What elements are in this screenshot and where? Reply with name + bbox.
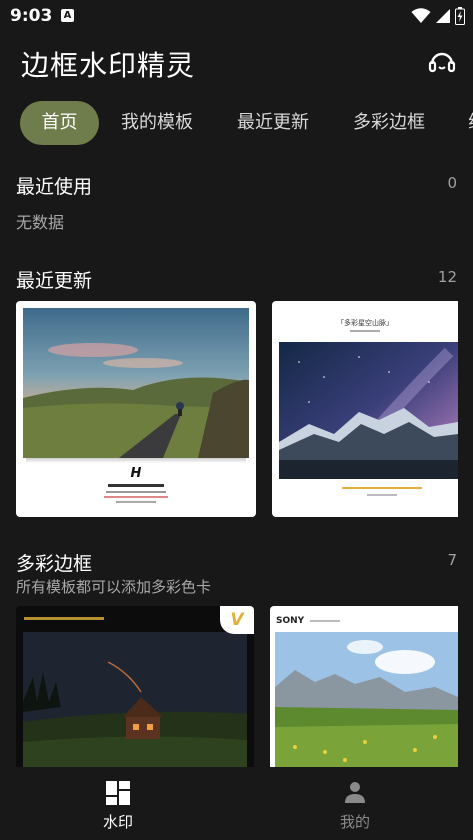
photo-shadow <box>26 458 246 463</box>
person-icon <box>345 782 365 803</box>
tab-home[interactable]: 首页 <box>20 101 99 145</box>
tab-recent-updates[interactable]: 最近更新 <box>237 101 309 145</box>
nav-watermark[interactable]: 水印 <box>0 767 236 840</box>
section-title-recent: 最近使用 <box>16 176 93 198</box>
tab-more[interactable]: 线 <box>468 101 473 145</box>
night-cabin-photo <box>23 632 247 767</box>
caption-subline <box>350 330 380 332</box>
section-title-colorful[interactable]: 多彩边框 <box>16 549 92 576</box>
vip-badge: V <box>220 606 254 634</box>
exif-text-line-small <box>367 494 397 496</box>
card-header-text <box>24 617 104 620</box>
section-title-updates[interactable]: 最近更新 <box>16 266 92 293</box>
template-card-sony-meadow[interactable]: SONY <box>270 606 458 767</box>
tab-colorful-borders[interactable]: 多彩边框 <box>353 101 425 145</box>
section-subtitle-colorful: 所有模板都可以添加多彩色卡 <box>16 578 212 596</box>
section-count-colorful: 7 <box>447 551 457 569</box>
empty-state-text: 无数据 <box>16 213 65 232</box>
keyboard-notification-icon: A <box>61 9 74 22</box>
tab-my-templates[interactable]: 我的模板 <box>121 101 193 145</box>
nav-label-mine: 我的 <box>339 813 370 831</box>
customer-support-button[interactable] <box>427 47 457 77</box>
nav-mine[interactable]: 我的 <box>237 767 473 840</box>
wifi-icon <box>411 8 431 23</box>
template-card-night-cabin[interactable]: V <box>16 606 254 767</box>
template-card-starry-mountain[interactable]: 「多彩星空山脉」 <box>272 301 458 517</box>
section-count-updates: 12 <box>437 268 457 286</box>
dashboard-icon <box>106 781 130 805</box>
starry-mountain-photo <box>279 342 458 479</box>
sony-brand: SONY <box>276 616 305 626</box>
meadow-photo <box>275 632 458 767</box>
section-count-recent: 0 <box>447 174 457 192</box>
card-caption: 「多彩星空山脉」 <box>337 319 393 327</box>
status-time: 9:03 <box>10 6 53 26</box>
exif-text-line <box>342 487 422 489</box>
exif-text-line <box>106 491 166 493</box>
nav-label-watermark: 水印 <box>102 813 133 831</box>
road-photo <box>23 308 249 458</box>
category-tabs: 首页 我的模板 最近更新 多彩边框 线 <box>0 101 473 145</box>
exif-text-line-red <box>104 496 168 498</box>
battery-icon <box>455 7 465 25</box>
signal-icon <box>436 9 450 23</box>
brand-text-line <box>108 484 164 487</box>
bottom-navigation: 水印 我的 <box>0 767 473 840</box>
status-bar: 9:03 A <box>0 0 473 34</box>
status-icons <box>411 6 465 26</box>
app-title: 边框水印精灵 <box>21 49 196 82</box>
headset-icon <box>428 52 456 73</box>
exif-text-line-small <box>116 501 156 503</box>
card-header-text <box>310 620 340 622</box>
template-card-road[interactable]: H <box>16 301 256 517</box>
brand-logo: H <box>130 466 142 481</box>
